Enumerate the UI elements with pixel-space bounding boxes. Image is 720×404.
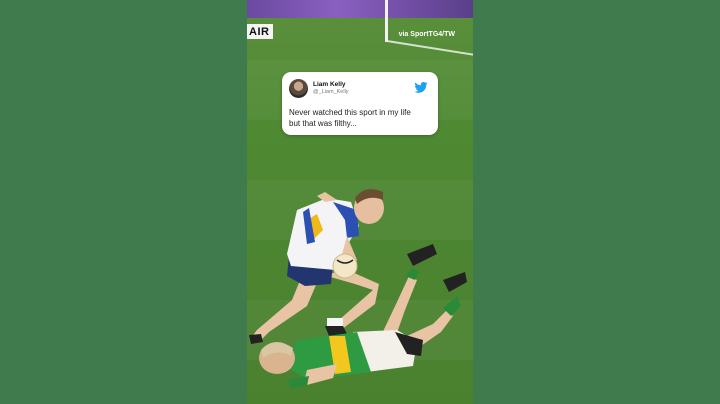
goal-post — [385, 0, 388, 42]
pitch-line — [386, 40, 473, 57]
video-credit: via SportTG4/TW — [398, 31, 455, 38]
tweet-card[interactable]: Liam Kelly @_Liam_Kelly Never watched th… — [282, 72, 438, 135]
fallen-player — [259, 244, 467, 388]
tweet-text: Never watched this sport in my life but … — [289, 107, 434, 129]
tweet-text-line: Never watched this sport in my life — [289, 108, 411, 117]
right-background — [473, 0, 720, 404]
tweet-author-name: Liam Kelly — [313, 81, 346, 88]
video-frame[interactable]: AIR via SportTG4/TW — [247, 0, 473, 404]
tweet-text-line: but that was filthy... — [289, 119, 357, 128]
avatar — [289, 79, 308, 98]
tweet-author-handle: @_Liam_Kelly — [313, 89, 349, 95]
scoreboard-fragment: AIR — [247, 24, 274, 39]
advertising-hoarding — [247, 0, 473, 18]
left-background — [0, 0, 247, 404]
twitter-bird-icon — [414, 82, 428, 93]
